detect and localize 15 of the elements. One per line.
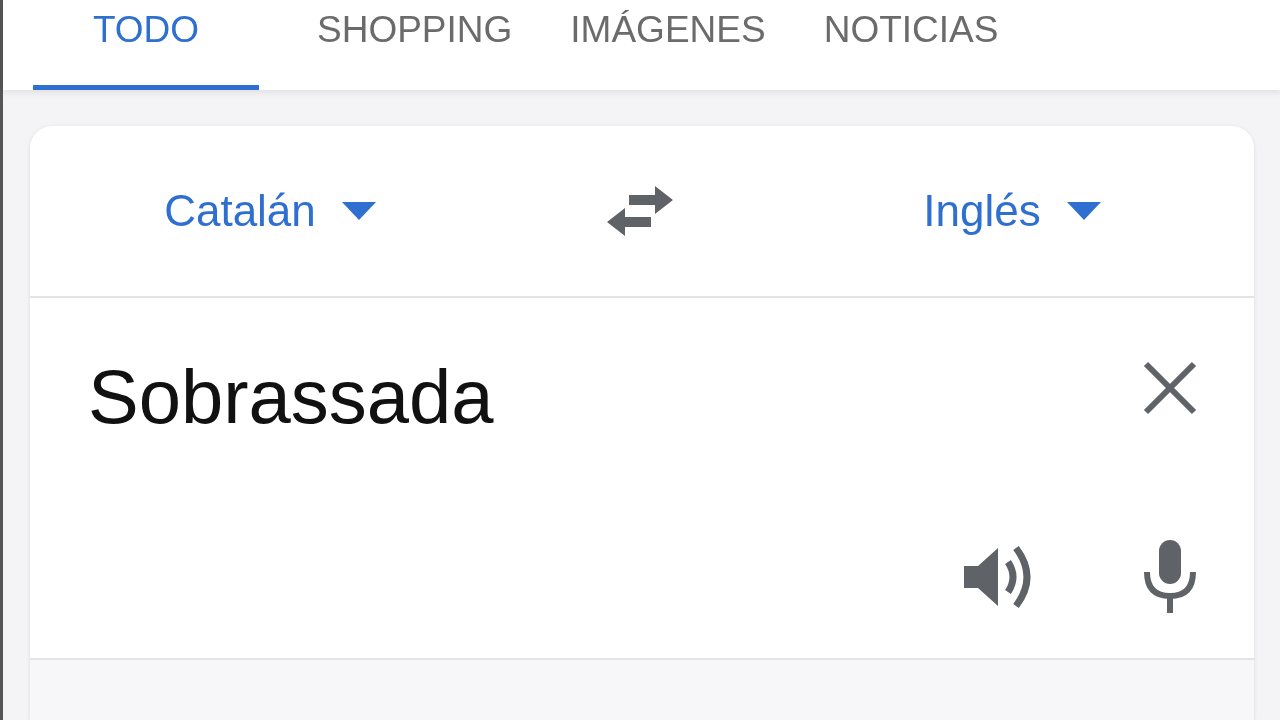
microphone-icon bbox=[1142, 538, 1198, 614]
swap-arrows-icon bbox=[605, 184, 675, 238]
source-language-dropdown[interactable]: Catalán bbox=[158, 177, 382, 245]
swap-languages-button[interactable] bbox=[605, 184, 675, 238]
tab[interactable]: NOTICIAS bbox=[823, 0, 999, 90]
caret-icon bbox=[341, 202, 376, 220]
tab[interactable]: SHOPPING bbox=[317, 0, 513, 90]
tab[interactable]: TODO bbox=[33, 0, 259, 90]
target-language-dropdown[interactable]: Inglés bbox=[917, 177, 1107, 245]
tab[interactable]: IMÁGENES bbox=[570, 0, 766, 90]
input-text[interactable]: Sobrassada bbox=[88, 340, 494, 454]
caret-icon bbox=[1066, 202, 1101, 220]
clear-button[interactable] bbox=[1142, 360, 1198, 416]
close-icon bbox=[1142, 360, 1198, 416]
microphone-button[interactable] bbox=[1142, 538, 1198, 614]
